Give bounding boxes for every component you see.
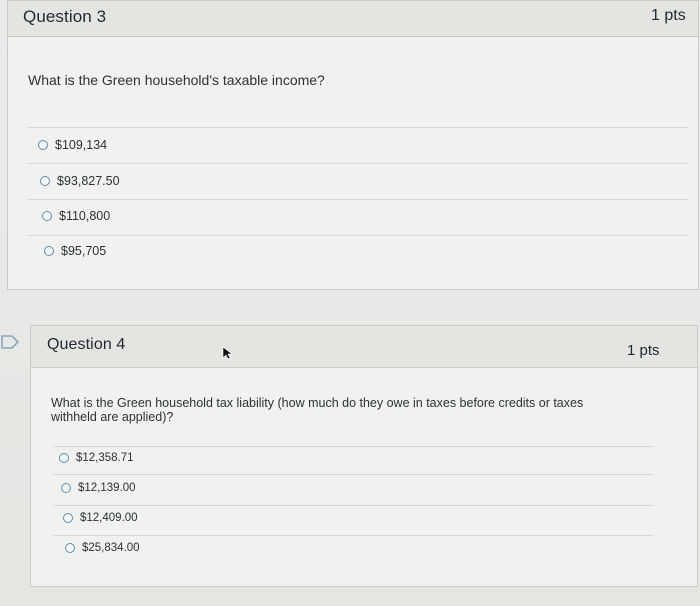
question-3-text: What is the Green household's taxable in… (28, 72, 325, 88)
radio-button[interactable] (61, 483, 71, 493)
question-3-card: Question 3 1 pts What is the Green house… (7, 0, 699, 290)
answer-label: $109,134 (55, 138, 108, 152)
answer-option[interactable]: $109,134 (38, 138, 107, 152)
flag-question-icon[interactable] (0, 334, 22, 350)
quiz-page: Question 3 1 pts What is the Green house… (0, 0, 700, 606)
divider (53, 474, 653, 475)
divider (53, 446, 653, 447)
radio-button[interactable] (40, 176, 50, 186)
radio-button[interactable] (42, 211, 52, 221)
question-4-points: 1 pts (627, 342, 660, 359)
question-3-header (8, 1, 698, 37)
answer-option[interactable]: $25,834.00 (65, 542, 140, 554)
answer-label: $12,358.71 (76, 452, 134, 464)
question-3-points: 1 pts (651, 7, 686, 24)
answer-option[interactable]: $110,800 (42, 209, 110, 223)
question-4-text-line-2: withheld are applied)? (51, 410, 174, 424)
answer-label: $12,409.00 (80, 512, 138, 524)
question-4-title: Question 4 (47, 336, 126, 353)
answer-option[interactable]: $12,358.71 (59, 452, 134, 464)
mouse-pointer-icon (222, 346, 232, 360)
radio-button[interactable] (65, 543, 75, 553)
radio-button[interactable] (59, 453, 69, 463)
radio-button[interactable] (38, 140, 48, 150)
answer-label: $95,705 (61, 244, 107, 258)
question-4-header (31, 326, 697, 368)
answer-option[interactable]: $95,705 (44, 244, 106, 258)
divider (53, 505, 653, 506)
answer-label: $12,139.00 (78, 482, 136, 494)
radio-button[interactable] (63, 513, 73, 523)
divider (53, 535, 653, 536)
divider (28, 235, 688, 236)
question-4-text-line-1: What is the Green household tax liabilit… (51, 396, 584, 410)
answer-label: $93,827.50 (57, 174, 120, 188)
question-3-title: Question 3 (23, 7, 107, 26)
answer-option[interactable]: $12,409.00 (63, 512, 138, 524)
answer-option[interactable]: $12,139.00 (61, 482, 136, 494)
answer-label: $25,834.00 (82, 542, 140, 554)
divider (28, 127, 688, 128)
radio-button[interactable] (44, 246, 54, 256)
divider (28, 199, 688, 200)
divider (28, 163, 688, 164)
question-4-card: Question 4 1 pts What is the Green house… (30, 325, 698, 587)
answer-option[interactable]: $93,827.50 (40, 174, 120, 188)
answer-label: $110,800 (59, 209, 111, 223)
